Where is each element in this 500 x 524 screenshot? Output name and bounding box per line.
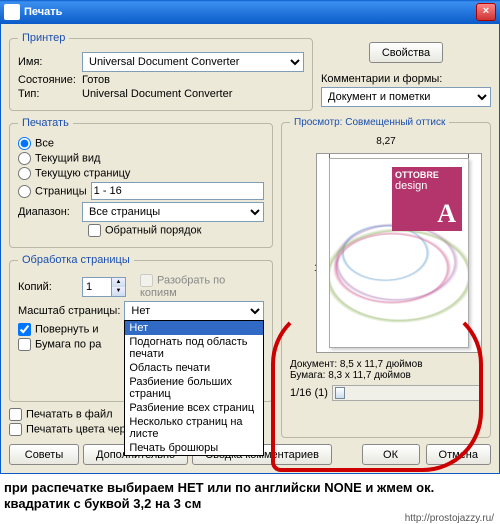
subset-label: Диапазон: [18,206,78,218]
properties-button[interactable]: Свойства [369,42,443,63]
scale-select[interactable]: Нет Нет Подогнать под область печати Обл… [124,301,264,321]
comments-label: Комментарии и формы: [321,73,491,85]
radio-pages[interactable]: Страницы [18,185,87,198]
rotate-check[interactable]: Повернуть и [18,323,99,336]
preview-legend: Просмотр: Совмещенный оттиск [290,117,449,128]
dim-width: 8,27 [290,136,482,147]
subset-select[interactable]: Все страницы [82,202,264,222]
tofile-check[interactable]: Печатать в файл [9,408,113,421]
pages-input[interactable] [91,182,264,200]
copies-spin[interactable]: ▲▼ [82,277,126,297]
printer-legend: Принтер [18,32,69,44]
printer-select[interactable]: Universal Document Converter [82,52,304,72]
scale-opt-tile-all[interactable]: Разбиение всех страниц [125,401,263,415]
preview-brand: OTTOBRE design A [392,167,462,231]
scale-dropdown-list[interactable]: Нет Подогнать под область печати Область… [124,320,264,456]
instruction-caption: при распечатке выбираем НЕТ или по англи… [0,474,500,513]
name-label: Имя: [18,56,78,68]
type-value: Universal Document Converter [82,88,232,100]
paper-dim: Бумага: 8,3 x 11,7 дюймов [290,370,482,381]
comments-select[interactable]: Документ и пометки [321,87,491,107]
window-title: Печать [24,6,476,18]
scale-opt-tile-large[interactable]: Разбиение больших страниц [125,375,263,401]
page-slider[interactable] [332,385,482,401]
radio-currentpage[interactable]: Текущую страницу [18,167,130,180]
preview-group: Просмотр: Совмещенный оттиск 8,27 11,69 … [281,117,491,438]
state-value: Готов [82,74,110,86]
collate-check: Разобрать по копиям [140,274,264,299]
reverse-check[interactable]: Обратный порядок [88,224,201,237]
app-icon [4,4,20,20]
scale-opt-none[interactable]: Нет [125,321,263,335]
scale-label: Масштаб страницы: [18,305,120,317]
papersize-check[interactable]: Бумага по ра [18,338,101,351]
doc-dim: Документ: 8,5 x 11,7 дюймов [290,359,482,370]
tips-button[interactable]: Советы [9,444,79,465]
printer-group: Принтер Имя: Universal Document Converte… [9,32,313,111]
handling-group: Обработка страницы Копий: ▲▼ Разобрать п… [9,254,273,402]
print-dialog: Принтер Имя: Universal Document Converte… [0,24,500,474]
scale-opt-nup[interactable]: Несколько страниц на листе [125,415,263,441]
range-group: Печатать Все Текущий вид Текущую страниц… [9,117,273,248]
close-icon[interactable]: × [476,3,496,21]
range-legend: Печатать [18,117,73,129]
copies-label: Копий: [18,281,78,293]
scale-opt-booklet[interactable]: Печать брошюры [125,441,263,455]
scale-opt-fit[interactable]: Подогнать под область печати [125,335,263,361]
scale-opt-printable[interactable]: Область печати [125,361,263,375]
preview-pane: OTTOBRE design A [316,153,482,353]
ok-button[interactable]: ОК [362,444,420,465]
radio-view[interactable]: Текущий вид [18,152,100,165]
radio-all[interactable]: Все [18,137,54,150]
source-url: http://prostojazzy.ru/ [0,513,500,524]
handling-legend: Обработка страницы [18,254,134,266]
titlebar: Печать × [0,0,500,24]
type-label: Тип: [18,88,78,100]
cancel-button[interactable]: Отмена [426,444,491,465]
state-label: Состояние: [18,74,78,86]
page-counter: 1/16 (1) [290,387,328,399]
